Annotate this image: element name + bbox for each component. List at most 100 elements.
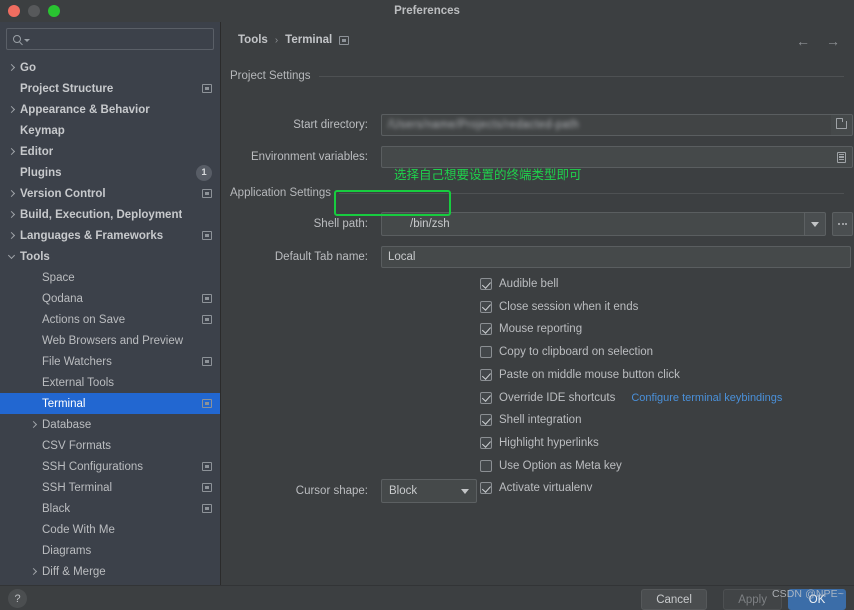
checkbox-icon[interactable] xyxy=(480,323,492,335)
checkbox-icon[interactable] xyxy=(480,301,492,313)
ok-button[interactable]: OK xyxy=(788,589,846,610)
configure-keybindings-link[interactable]: Configure terminal keybindings xyxy=(631,392,782,404)
sidebar-item-keymap[interactable]: Keymap xyxy=(0,120,220,141)
sidebar-search-box[interactable] xyxy=(6,28,214,50)
settings-sync-icon[interactable] xyxy=(202,504,212,513)
sidebar-item-plugins[interactable]: Plugins1 xyxy=(0,162,220,183)
environment-variables-edit-button[interactable] xyxy=(831,146,853,168)
shell-path-dropdown-button[interactable] xyxy=(804,212,826,236)
checkbox-label: Use Option as Meta key xyxy=(499,460,622,472)
sidebar-item-go[interactable]: Go xyxy=(0,57,220,78)
shell-path-input[interactable]: /bin/zsh xyxy=(381,212,804,236)
checkbox-icon[interactable] xyxy=(480,346,492,358)
search-input[interactable] xyxy=(33,33,207,45)
chevron-right-icon[interactable] xyxy=(8,232,15,239)
checkbox-icon[interactable] xyxy=(480,437,492,449)
checkbox-row-shell-integration[interactable]: Shell integration xyxy=(480,414,581,426)
checkbox-icon[interactable] xyxy=(480,392,492,404)
settings-sync-icon[interactable] xyxy=(202,315,212,324)
cursor-shape-select[interactable]: Block xyxy=(381,479,477,503)
minimize-window-button[interactable] xyxy=(28,5,40,17)
settings-sync-icon[interactable] xyxy=(202,462,212,471)
sidebar-item-code-with-me[interactable]: Code With Me xyxy=(0,519,220,540)
checkbox-label: Highlight hyperlinks xyxy=(499,437,599,449)
checkbox-row-mouse-reporting[interactable]: Mouse reporting xyxy=(480,323,582,335)
checkbox-row-paste-on-middle-mouse-button-click[interactable]: Paste on middle mouse button click xyxy=(480,369,680,381)
sidebar-item-csv-formats[interactable]: CSV Formats xyxy=(0,435,220,456)
sidebar-item-ssh-terminal[interactable]: SSH Terminal xyxy=(0,477,220,498)
sidebar-item-diff-merge[interactable]: Diff & Merge xyxy=(0,561,220,582)
sidebar-item-tools[interactable]: Tools xyxy=(0,246,220,267)
checkbox-row-highlight-hyperlinks[interactable]: Highlight hyperlinks xyxy=(480,437,599,449)
cancel-button[interactable]: Cancel xyxy=(641,589,707,610)
chevron-right-icon[interactable] xyxy=(8,211,15,218)
sidebar-item-label: Code With Me xyxy=(42,524,115,536)
sidebar-item-languages-frameworks[interactable]: Languages & Frameworks xyxy=(0,225,220,246)
sidebar-item-terminal[interactable]: Terminal xyxy=(0,393,220,414)
sidebar-item-black[interactable]: Black xyxy=(0,498,220,519)
settings-sync-icon[interactable] xyxy=(202,357,212,366)
search-dropdown-icon[interactable] xyxy=(24,39,30,42)
settings-sync-icon[interactable] xyxy=(202,189,212,198)
settings-sync-icon[interactable] xyxy=(202,399,212,408)
sidebar-item-build-execution-deployment[interactable]: Build, Execution, Deployment xyxy=(0,204,220,225)
sidebar-item-database[interactable]: Database xyxy=(0,414,220,435)
chevron-down-icon[interactable] xyxy=(8,251,15,258)
sidebar-item-space[interactable]: Space xyxy=(0,267,220,288)
checkbox-row-audible-bell[interactable]: Audible bell xyxy=(480,278,558,290)
checkbox-row-use-option-as-meta-key[interactable]: Use Option as Meta key xyxy=(480,460,622,472)
chevron-right-icon[interactable] xyxy=(8,190,15,197)
checkbox-row-copy-to-clipboard-on-selection[interactable]: Copy to clipboard on selection xyxy=(480,346,653,358)
checkbox-icon[interactable] xyxy=(480,414,492,426)
close-window-button[interactable] xyxy=(8,5,20,17)
shell-path-value: /bin/zsh xyxy=(410,218,450,230)
settings-sync-icon[interactable] xyxy=(202,84,212,93)
sidebar-item-label: Plugins xyxy=(20,167,62,179)
nav-forward-button[interactable]: → xyxy=(826,34,840,48)
sidebar-item-editor[interactable]: Editor xyxy=(0,141,220,162)
settings-sync-icon[interactable] xyxy=(202,483,212,492)
checkbox-icon[interactable] xyxy=(480,278,492,290)
checkbox-row-close-session-when-it-ends[interactable]: Close session when it ends xyxy=(480,301,638,313)
checkbox-icon[interactable] xyxy=(480,369,492,381)
settings-sidebar: GoProject StructureAppearance & Behavior… xyxy=(0,22,221,585)
checkbox-icon[interactable] xyxy=(480,482,492,494)
chevron-right-icon[interactable] xyxy=(30,421,37,428)
shell-path-browse-button[interactable] xyxy=(832,212,853,236)
sidebar-item-external-tools[interactable]: External Tools xyxy=(0,372,220,393)
sidebar-item-diagrams[interactable]: Diagrams xyxy=(0,540,220,561)
chevron-right-icon[interactable] xyxy=(30,568,37,575)
annotation-text: 选择自己想要设置的终端类型即可 xyxy=(394,164,582,183)
sidebar-item-label: Actions on Save xyxy=(42,314,125,326)
chevron-right-icon[interactable] xyxy=(8,148,15,155)
checkbox-icon[interactable] xyxy=(480,460,492,472)
settings-sync-icon[interactable] xyxy=(339,36,349,45)
breadcrumb-parent[interactable]: Tools xyxy=(238,34,268,46)
nav-back-button[interactable]: ← xyxy=(796,34,810,48)
start-directory-input[interactable]: /Users/name/Projects/redacted-path xyxy=(381,114,831,136)
shell-path-row: Shell path: /bin/zsh xyxy=(230,212,853,236)
sidebar-item-version-control[interactable]: Version Control xyxy=(0,183,220,204)
settings-sync-icon[interactable] xyxy=(202,294,212,303)
sidebar-item-actions-on-save[interactable]: Actions on Save xyxy=(0,309,220,330)
tree-indent xyxy=(31,527,36,532)
sidebar-item-file-watchers[interactable]: File Watchers xyxy=(0,351,220,372)
chevron-right-icon[interactable] xyxy=(8,106,15,113)
checkbox-row-activate-virtualenv[interactable]: Activate virtualenv xyxy=(480,482,592,494)
apply-button[interactable]: Apply xyxy=(723,589,782,610)
sidebar-item-ssh-configurations[interactable]: SSH Configurations xyxy=(0,456,220,477)
sidebar-item-qodana[interactable]: Qodana xyxy=(0,288,220,309)
sidebar-item-appearance-behavior[interactable]: Appearance & Behavior xyxy=(0,99,220,120)
start-directory-browse-button[interactable] xyxy=(831,114,853,136)
zoom-window-button[interactable] xyxy=(48,5,60,17)
sidebar-item-label: Space xyxy=(42,272,75,284)
sidebar-item-project-structure[interactable]: Project Structure xyxy=(0,78,220,99)
help-button[interactable]: ? xyxy=(8,589,27,608)
settings-sync-icon[interactable] xyxy=(202,231,212,240)
sidebar-item-label: Build, Execution, Deployment xyxy=(20,209,182,221)
tree-indent xyxy=(31,359,36,364)
checkbox-row-override-ide-shortcuts[interactable]: Override IDE shortcutsConfigure terminal… xyxy=(480,392,782,404)
chevron-right-icon[interactable] xyxy=(8,64,15,71)
sidebar-item-web-browsers-and-preview[interactable]: Web Browsers and Preview xyxy=(0,330,220,351)
default-tab-name-input[interactable]: Local xyxy=(381,246,851,268)
